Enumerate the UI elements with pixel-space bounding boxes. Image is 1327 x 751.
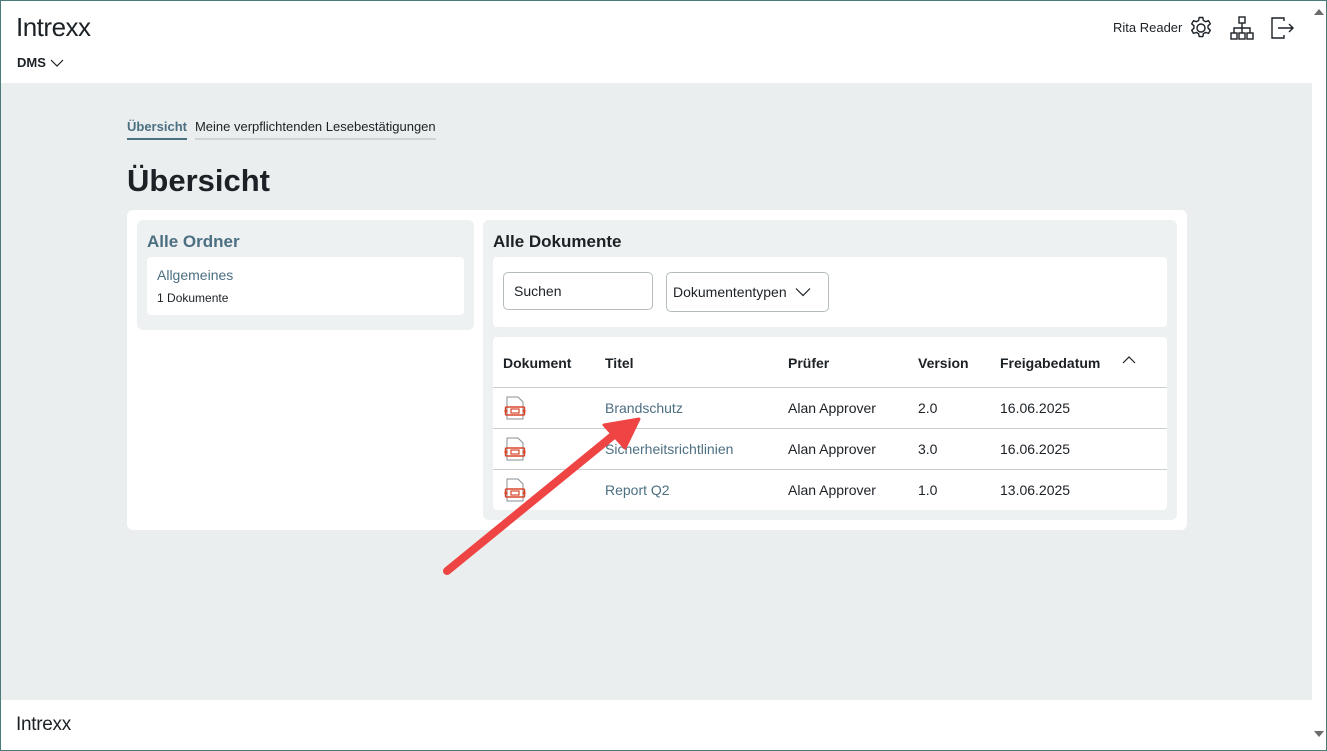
sitemap-icon[interactable]: [1229, 15, 1255, 41]
column-header-document[interactable]: Dokument: [503, 355, 571, 371]
user-name[interactable]: Rita Reader: [1113, 20, 1182, 35]
top-header: Intrexx DMS Rita Reader: [1, 1, 1312, 83]
sort-ascending-icon[interactable]: [1122, 355, 1136, 365]
column-header-reviewer[interactable]: Prüfer: [788, 355, 829, 371]
folder-item-allgemeines[interactable]: Allgemeines 1 Dokumente: [147, 257, 464, 315]
vertical-scrollbar[interactable]: [1312, 1, 1326, 750]
document-title-link[interactable]: Report Q2: [605, 482, 670, 498]
main-content: Übersicht Meine verpflichtenden Lesebest…: [1, 83, 1312, 700]
tab-read-confirmations[interactable]: Meine verpflichtenden Lesebestätigungen: [194, 119, 436, 140]
table-row[interactable]: Brandschutz Alan Approver 2.0 16.06.2025: [493, 388, 1167, 429]
version-cell: 3.0: [918, 441, 938, 457]
chevron-down-icon: [50, 59, 64, 67]
table-row[interactable]: Sicherheitsrichtlinien Alan Approver 3.0…: [493, 429, 1167, 470]
intrexx-logo[interactable]: Intrexx: [16, 12, 91, 43]
release-date-cell: 13.06.2025: [1000, 482, 1071, 498]
reviewer-cell: Alan Approver: [788, 482, 876, 498]
chevron-down-icon: [795, 288, 811, 297]
search-input[interactable]: [503, 272, 653, 310]
footer: Intrexx: [1, 700, 1312, 750]
document-type-dropdown[interactable]: Dokumententypen: [666, 272, 829, 312]
folders-panel: Alle Ordner Allgemeines 1 Dokumente: [137, 220, 474, 330]
folder-count: 1 Dokumente: [157, 291, 228, 305]
folder-name: Allgemeines: [157, 267, 234, 283]
logout-icon[interactable]: [1269, 15, 1295, 41]
tab-overview[interactable]: Übersicht: [127, 119, 187, 140]
table-row[interactable]: Report Q2 Alan Approver 1.0 13.06.2025: [493, 470, 1167, 511]
folder-count-value: 1: [157, 291, 164, 305]
folder-count-label: Dokumente: [167, 291, 229, 305]
folders-panel-title: Alle Ordner: [147, 232, 240, 251]
footer-logo: Intrexx: [16, 714, 71, 735]
app-name: DMS: [17, 55, 46, 70]
reviewer-cell: Alan Approver: [788, 441, 876, 457]
documents-panel: Alle Dokumente Dokumententypen Dokument …: [483, 220, 1177, 520]
release-date-cell: 16.06.2025: [1000, 400, 1071, 416]
version-cell: 2.0: [918, 400, 938, 416]
pdf-file-icon: [504, 478, 526, 502]
column-header-title[interactable]: Titel: [605, 355, 634, 371]
column-header-version[interactable]: Version: [918, 355, 969, 371]
scroll-down-arrow-icon[interactable]: [1314, 731, 1324, 737]
scroll-up-arrow-icon[interactable]: [1314, 9, 1324, 15]
document-title-link[interactable]: Sicherheitsrichtlinien: [605, 441, 733, 457]
app-switcher[interactable]: DMS: [17, 55, 64, 70]
version-cell: 1.0: [918, 482, 938, 498]
release-date-cell: 16.06.2025: [1000, 441, 1071, 457]
column-header-release-date[interactable]: Freigabedatum: [1000, 355, 1100, 371]
document-type-label: Dokumententypen: [673, 284, 787, 300]
filter-bar: Dokumententypen: [493, 257, 1167, 327]
reviewer-cell: Alan Approver: [788, 400, 876, 416]
document-title-link[interactable]: Brandschutz: [605, 400, 683, 416]
app-window: Intrexx DMS Rita Reader Übersicht Meine …: [0, 0, 1327, 751]
page-title: Übersicht: [127, 163, 270, 198]
pdf-file-icon: [504, 396, 526, 420]
documents-table: Dokument Titel Prüfer Version Freigabeda…: [493, 337, 1167, 510]
documents-panel-title: Alle Dokumente: [493, 232, 622, 251]
content-card: Alle Ordner Allgemeines 1 Dokumente Alle…: [127, 210, 1187, 530]
tab-bar: Übersicht Meine verpflichtenden Lesebest…: [127, 119, 436, 140]
pdf-file-icon: [504, 437, 526, 461]
gear-icon[interactable]: [1188, 15, 1214, 41]
